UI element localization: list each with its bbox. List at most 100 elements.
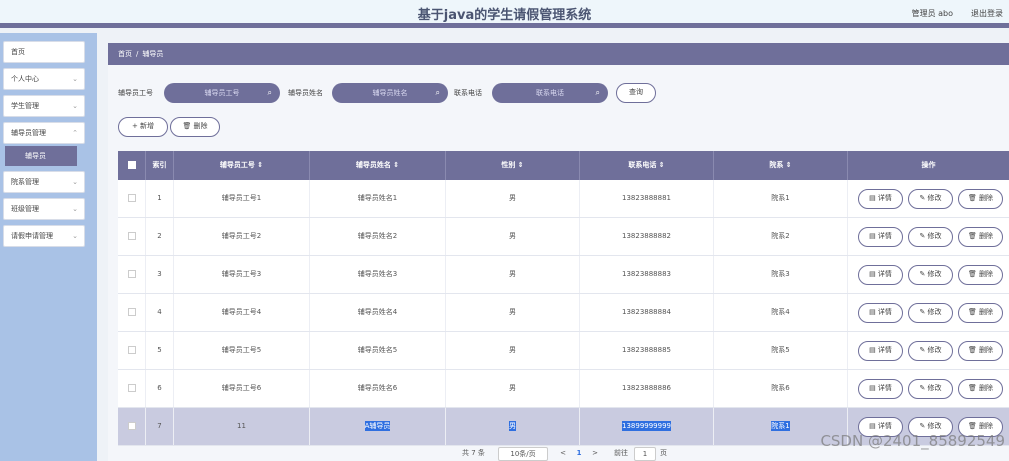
sidebar-item-classes[interactable]: 班级管理 ⌄	[3, 198, 85, 220]
cell-name-text: 辅导员姓名2	[357, 232, 398, 240]
edit-button[interactable]: ✎ 修改	[908, 379, 953, 399]
header-department[interactable]: 院系 ⇕	[714, 151, 848, 180]
cell-idx: 5	[146, 332, 174, 369]
delete-button[interactable]: 🗑 删除	[958, 341, 1003, 361]
cell-dept-text: 院系2	[771, 232, 790, 240]
cell-id: 辅导员工号2	[174, 218, 310, 255]
prev-page-button[interactable]: <	[556, 447, 570, 461]
delete-button[interactable]: 🗑 删除	[958, 227, 1003, 247]
checkbox[interactable]	[127, 422, 136, 430]
cell-id: 辅导员工号5	[174, 332, 310, 369]
page-size-select[interactable]: 10条/页	[498, 447, 548, 461]
edit-button[interactable]: ✎ 修改	[908, 227, 953, 247]
checkbox[interactable]	[127, 161, 136, 169]
cell-name: 辅导员姓名4	[310, 294, 446, 331]
edit-button[interactable]: ✎ 修改	[908, 341, 953, 361]
search-placeholder: 联系电话	[536, 89, 564, 97]
cell-id: 11	[174, 408, 310, 445]
header-gender[interactable]: 性别 ⇕	[446, 151, 580, 180]
row-checkbox-cell[interactable]	[118, 256, 146, 293]
header-phone[interactable]: 联系电话 ⇕	[580, 151, 714, 180]
search-input-id[interactable]: 辅导员工号 ⌕	[164, 83, 280, 103]
detail-button[interactable]: ▤ 详情	[858, 341, 903, 361]
row-checkbox-cell[interactable]	[118, 408, 146, 445]
checkbox[interactable]	[127, 232, 136, 240]
row-checkbox-cell[interactable]	[118, 180, 146, 217]
cell-sex: 男	[446, 218, 580, 255]
cell-phone-text: 13823888881	[622, 194, 671, 202]
cell-id-text: 辅导员工号5	[221, 346, 262, 354]
cell-phone-text: 13899999999	[622, 421, 671, 431]
detail-button[interactable]: ▤ 详情	[858, 189, 903, 209]
sidebar-item-profile[interactable]: 个人中心 ⌄	[3, 68, 85, 90]
sidebar-item-departments[interactable]: 院系管理 ⌄	[3, 171, 85, 193]
row-checkbox-cell[interactable]	[118, 218, 146, 255]
cell-phone: 13823888884	[580, 294, 714, 331]
sidebar-item-counselors[interactable]: 辅导员管理 ⌃	[3, 122, 85, 144]
query-button[interactable]: 查询	[616, 83, 656, 103]
checkbox[interactable]	[127, 346, 136, 354]
goto-page-input[interactable]: 1	[634, 447, 656, 461]
table-row[interactable]: 6 辅导员工号6 辅导员姓名6 男 13823888886 院系6 ▤ 详情 ✎ 修改 🗑…	[118, 370, 1009, 408]
cell-sex: 男	[446, 370, 580, 407]
header-counselor-id[interactable]: 辅导员工号 ⇕	[174, 151, 310, 180]
cell-idx-text: 4	[157, 308, 162, 316]
current-page[interactable]: 1	[572, 447, 586, 461]
checkbox[interactable]	[127, 194, 136, 202]
row-checkbox-cell[interactable]	[118, 332, 146, 369]
row-checkbox-cell[interactable]	[118, 294, 146, 331]
search-label-id: 辅导员工号	[118, 89, 153, 97]
sidebar-item-students[interactable]: 学生管理 ⌄	[3, 95, 85, 117]
sidebar-item-home[interactable]: 首页	[3, 41, 85, 63]
cell-phone-text: 13823888885	[622, 346, 671, 354]
sidebar-item-label: 个人中心	[11, 75, 39, 83]
delete-button[interactable]: 🗑 删除	[958, 265, 1003, 285]
cell-sex: 男	[446, 180, 580, 217]
delete-button[interactable]: 🗑 删除	[958, 303, 1003, 323]
cell-name-text: 辅导员姓名6	[357, 384, 398, 392]
cell-name-text: 辅导员姓名5	[357, 346, 398, 354]
cell-name: 辅导员姓名1	[310, 180, 446, 217]
edit-button[interactable]: ✎ 修改	[908, 265, 953, 285]
detail-button[interactable]: ▤ 详情	[858, 303, 903, 323]
cell-sex-text: 男	[509, 270, 516, 278]
search-input-name[interactable]: 辅导员姓名 ⌕	[332, 83, 448, 103]
sidebar-item-leave[interactable]: 请假申请管理 ⌄	[3, 225, 85, 247]
table-row[interactable]: 2 辅导员工号2 辅导员姓名2 男 13823888882 院系2 ▤ 详情 ✎ 修改 🗑…	[118, 218, 1009, 256]
detail-button[interactable]: ▤ 详情	[858, 227, 903, 247]
sidebar-item-label: 院系管理	[11, 178, 39, 186]
cell-sex: 男	[446, 294, 580, 331]
pager-total: 共 7 条	[462, 449, 485, 457]
table-row[interactable]: 5 辅导员工号5 辅导员姓名5 男 13823888885 院系5 ▤ 详情 ✎ 修改 🗑…	[118, 332, 1009, 370]
chevron-down-icon: ⌄	[72, 232, 78, 240]
breadcrumb-home[interactable]: 首页	[118, 50, 132, 58]
next-page-button[interactable]: >	[588, 447, 602, 461]
edit-button[interactable]: ✎ 修改	[908, 303, 953, 323]
cell-phone: 13823888885	[580, 332, 714, 369]
delete-button[interactable]: 🗑 删除	[958, 379, 1003, 399]
cell-idx: 2	[146, 218, 174, 255]
logout-link[interactable]: 退出登录	[971, 8, 1003, 19]
cell-idx: 4	[146, 294, 174, 331]
cell-sex: 男	[446, 332, 580, 369]
add-button[interactable]: + 新增	[118, 117, 168, 137]
edit-button[interactable]: ✎ 修改	[908, 189, 953, 209]
cell-dept-text: 院系1	[771, 194, 790, 202]
table-row[interactable]: 3 辅导员工号3 辅导员姓名3 男 13823888883 院系3 ▤ 详情 ✎ 修改 🗑…	[118, 256, 1009, 294]
checkbox[interactable]	[127, 384, 136, 392]
cell-name-text: 辅导员姓名3	[357, 270, 398, 278]
checkbox[interactable]	[127, 270, 136, 278]
checkbox[interactable]	[127, 308, 136, 316]
sidebar-subitem-counselor[interactable]: 辅导员	[5, 146, 77, 166]
table-row[interactable]: 4 辅导员工号4 辅导员姓名4 男 13823888884 院系4 ▤ 详情 ✎ 修改 🗑…	[118, 294, 1009, 332]
batch-delete-button[interactable]: 🗑 删除	[170, 117, 220, 137]
detail-button[interactable]: ▤ 详情	[858, 265, 903, 285]
delete-button[interactable]: 🗑 删除	[958, 189, 1003, 209]
header-counselor-name[interactable]: 辅导员姓名 ⇕	[310, 151, 446, 180]
search-input-phone[interactable]: 联系电话 ⌕	[492, 83, 608, 103]
table-row[interactable]: 1 辅导员工号1 辅导员姓名1 男 13823888881 院系1 ▤ 详情 ✎ 修改 🗑…	[118, 180, 1009, 218]
cell-idx: 3	[146, 256, 174, 293]
detail-button[interactable]: ▤ 详情	[858, 379, 903, 399]
header-select-all[interactable]	[118, 151, 146, 180]
row-checkbox-cell[interactable]	[118, 370, 146, 407]
